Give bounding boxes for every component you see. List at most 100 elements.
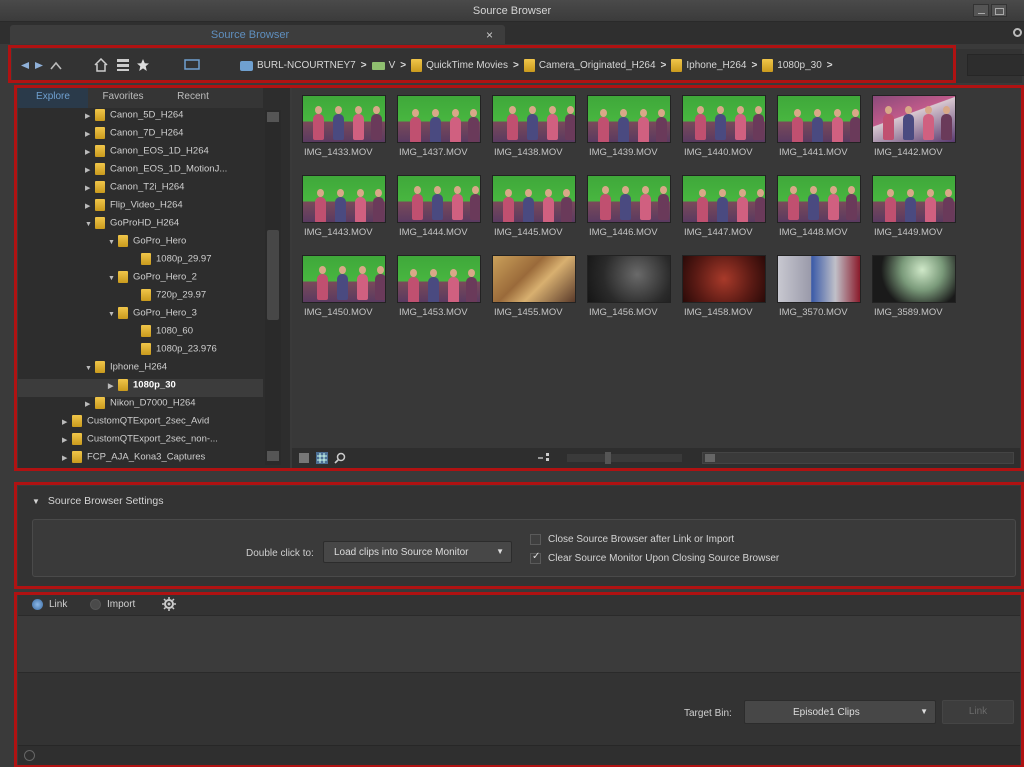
breadcrumb-separator-icon[interactable]: > [661, 60, 667, 71]
forward-arrow-icon[interactable] [34, 60, 46, 71]
link-radio[interactable] [32, 599, 43, 610]
tree-item[interactable]: 1080p_29.97 [18, 253, 263, 271]
breadcrumb-separator-icon[interactable]: > [827, 60, 833, 71]
clip-thumbnail[interactable]: IMG_1450.MOV [294, 255, 386, 325]
clip-thumbnail[interactable]: IMG_1448.MOV [769, 175, 861, 245]
collapsed-arrow-icon[interactable]: ▶ [85, 166, 95, 174]
tree-item[interactable]: ▶ Flip_Video_H264 [18, 199, 263, 217]
tab-source-browser[interactable]: Source Browser × [10, 25, 505, 44]
clip-thumbnail[interactable]: IMG_1455.MOV [484, 255, 576, 325]
tree-item[interactable]: ▶ Canon_EOS_1D_H264 [18, 145, 263, 163]
tree-scrollbar[interactable] [265, 110, 281, 465]
breadcrumb-separator-icon[interactable]: > [361, 60, 367, 71]
grid-view-toggle-icon[interactable] [316, 452, 328, 464]
star-icon[interactable] [136, 58, 150, 72]
up-arrow-icon[interactable] [50, 60, 62, 71]
back-arrow-icon[interactable] [18, 60, 30, 71]
tree-item[interactable]: ▼ GoPro_Hero_2 [18, 271, 263, 289]
expanded-arrow-icon[interactable]: ▼ [85, 365, 95, 372]
tree-item[interactable]: ▼ Iphone_H264 [18, 361, 263, 379]
scroll-up-button[interactable] [267, 112, 279, 122]
clear-monitor-checkbox[interactable] [530, 551, 541, 564]
close-tab-icon[interactable]: × [486, 28, 493, 42]
collapsed-arrow-icon[interactable]: ▶ [108, 382, 118, 390]
collapsed-arrow-icon[interactable]: ▶ [62, 418, 72, 426]
tree-item[interactable]: ▶ CustomQTExport_2sec_non-... [18, 433, 263, 451]
clip-thumbnail[interactable]: IMG_1453.MOV [389, 255, 481, 325]
tree-item[interactable]: ▶ Canon_EOS_1D_MotionJ... [18, 163, 263, 181]
tree-item[interactable]: ▼ GoProHD_H264 [18, 217, 263, 235]
clip-thumbnail[interactable]: IMG_1458.MOV [674, 255, 766, 325]
double-click-dropdown[interactable]: Load clips into Source Monitor ▼ [323, 541, 512, 563]
collapsed-arrow-icon[interactable]: ▶ [85, 148, 95, 156]
clip-thumbnail[interactable]: IMG_1446.MOV [579, 175, 671, 245]
clip-thumbnail[interactable]: IMG_1442.MOV [864, 95, 956, 165]
collapsed-arrow-icon[interactable]: ▶ [85, 130, 95, 138]
collapsed-arrow-icon[interactable]: ▶ [85, 202, 95, 210]
clip-thumbnail[interactable]: IMG_1443.MOV [294, 175, 386, 245]
tree-item[interactable]: 1080p_23.976 [18, 343, 263, 361]
tree-item[interactable]: ▼ GoPro_Hero_3 [18, 307, 263, 325]
tab-explore[interactable]: Explore [18, 88, 88, 108]
clip-thumbnail[interactable]: IMG_1437.MOV [389, 95, 481, 165]
panel-menu-icon[interactable] [1013, 28, 1022, 37]
expanded-arrow-icon[interactable]: ▼ [85, 221, 95, 228]
clip-thumbnail[interactable]: IMG_1445.MOV [484, 175, 576, 245]
breadcrumb-separator-icon[interactable]: > [400, 60, 406, 71]
slider-handle[interactable] [605, 452, 611, 464]
gear-icon[interactable] [162, 597, 176, 611]
horizontal-scrollbar[interactable] [702, 452, 1014, 464]
home-icon[interactable] [94, 58, 108, 72]
clip-thumbnail[interactable]: IMG_3589.MOV [864, 255, 956, 325]
scroll-down-button[interactable] [267, 451, 279, 461]
tree-item[interactable]: ▶ 1080p_30 [18, 379, 263, 397]
clip-thumbnail[interactable]: IMG_1441.MOV [769, 95, 861, 165]
tree-item[interactable]: ▶ FCP_AJA_Kona3_Captures [18, 451, 263, 468]
clip-thumbnail[interactable]: IMG_1449.MOV [864, 175, 956, 245]
clip-thumbnail[interactable]: IMG_3570.MOV [769, 255, 861, 325]
close-after-link-checkbox[interactable] [530, 534, 541, 545]
tree-item[interactable]: ▶ Canon_7D_H264 [18, 127, 263, 145]
expanded-arrow-icon[interactable]: ▼ [108, 311, 118, 318]
link-button[interactable]: Link [942, 700, 1014, 724]
collapsed-arrow-icon[interactable]: ▶ [85, 184, 95, 192]
import-radio[interactable] [90, 599, 101, 610]
tree-item[interactable]: ▶ Canon_T2i_H264 [18, 181, 263, 199]
tree-item[interactable]: ▶ Canon_5D_H264 [18, 109, 263, 127]
search-icon[interactable] [334, 452, 346, 464]
thumbnail-size-slider[interactable] [567, 452, 682, 464]
clip-thumbnail[interactable]: IMG_1438.MOV [484, 95, 576, 165]
clip-thumbnail[interactable]: IMG_1440.MOV [674, 95, 766, 165]
tree-item[interactable]: 720p_29.97 [18, 289, 263, 307]
scroll-left-button[interactable] [705, 454, 715, 462]
breadcrumb-item[interactable]: Camera_Originated_H264 [523, 59, 656, 72]
collapsed-arrow-icon[interactable]: ▶ [85, 112, 95, 120]
list-view-toggle-icon[interactable] [298, 452, 310, 464]
collapsed-arrow-icon[interactable]: ▶ [62, 436, 72, 444]
breadcrumb-separator-icon[interactable]: > [513, 60, 519, 71]
tree-item[interactable]: ▼ GoPro_Hero [18, 235, 263, 253]
monitor-icon[interactable] [184, 59, 200, 71]
clip-thumbnail[interactable]: IMG_1456.MOV [579, 255, 671, 325]
tree-item[interactable]: ▶ Nikon_D7000_H264 [18, 397, 263, 415]
maximize-button[interactable] [991, 4, 1007, 17]
breadcrumb-separator-icon[interactable]: > [751, 60, 757, 71]
list-view-icon[interactable] [116, 58, 130, 72]
scroll-thumb[interactable] [267, 230, 279, 320]
tab-favorites[interactable]: Favorites [88, 88, 158, 108]
breadcrumb-item[interactable]: Iphone_H264 [671, 59, 746, 72]
breadcrumb-item[interactable]: V [371, 60, 395, 71]
expanded-arrow-icon[interactable]: ▼ [108, 239, 118, 246]
clip-thumbnail[interactable]: IMG_1433.MOV [294, 95, 386, 165]
expanded-arrow-icon[interactable]: ▼ [108, 275, 118, 282]
collapsed-arrow-icon[interactable]: ▶ [62, 454, 72, 462]
collapsed-arrow-icon[interactable]: ▶ [85, 400, 95, 408]
minimize-button[interactable] [973, 4, 989, 17]
clip-thumbnail[interactable]: IMG_1444.MOV [389, 175, 481, 245]
clip-thumbnail[interactable]: IMG_1447.MOV [674, 175, 766, 245]
target-bin-dropdown[interactable]: Episode1 Clips ▼ [744, 700, 936, 724]
settings-header[interactable]: ▼ Source Browser Settings [32, 495, 163, 507]
thumbnail-size-slider-icon[interactable] [538, 452, 550, 464]
breadcrumb-item[interactable]: QuickTime Movies [411, 59, 508, 72]
breadcrumb-item[interactable]: BURL-NCOURTNEY7 [240, 60, 356, 71]
